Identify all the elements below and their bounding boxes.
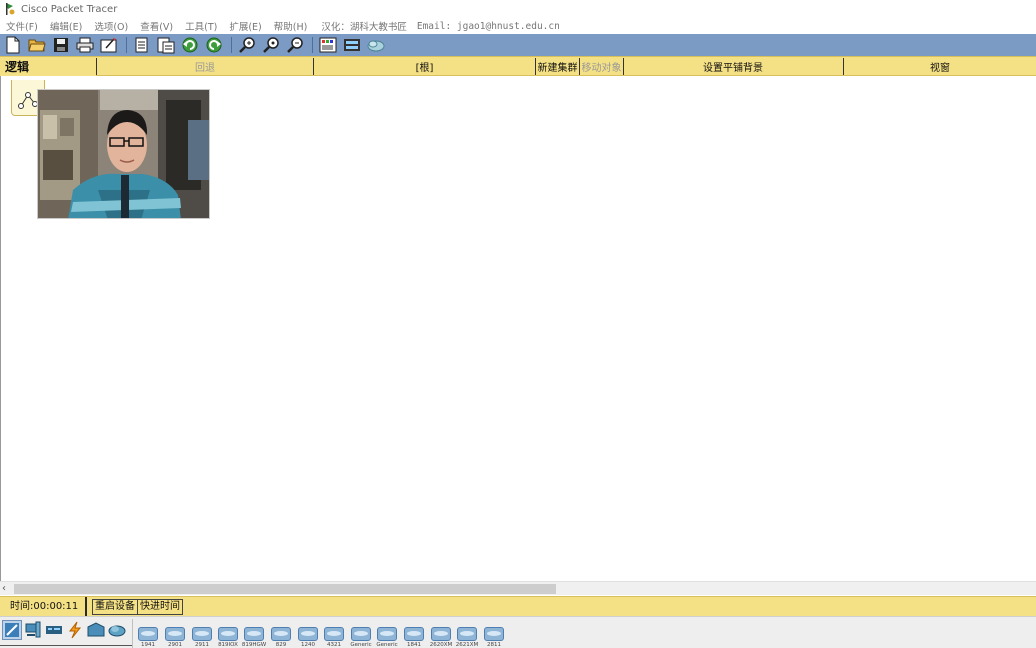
router-icon (298, 627, 318, 641)
router-icon (138, 627, 158, 641)
logical-tab[interactable]: 逻辑 (0, 57, 96, 77)
zoom-reset-icon[interactable] (260, 35, 282, 55)
paste-icon[interactable] (155, 35, 177, 55)
scroll-left-icon[interactable]: ‹ (2, 583, 12, 595)
category-underline (0, 645, 132, 646)
redo-icon[interactable] (203, 35, 225, 55)
activity-wizard-icon[interactable] (98, 35, 120, 55)
router-icon (351, 627, 371, 641)
toolbar-separator (231, 37, 232, 53)
menu-help[interactable]: 帮助(H) (274, 19, 308, 33)
zoom-out-icon[interactable] (284, 35, 306, 55)
localization-credit: 汉化：湖科大教书匠 (321, 22, 407, 33)
router-icon (244, 627, 264, 641)
undo-icon[interactable] (179, 35, 201, 55)
router-icon (431, 627, 451, 641)
device-panel: 1941 2901 2911 819IOX 819HGW 829 1240 43… (0, 616, 1036, 648)
print-icon[interactable] (74, 35, 96, 55)
localization-email: Email: jgao1@hnust.edu.cn (416, 20, 560, 32)
end-devices-icon[interactable] (23, 620, 43, 640)
device-829[interactable]: 829 (269, 625, 293, 648)
device-generic[interactable]: Generic (349, 625, 373, 648)
router-icon (324, 627, 344, 641)
fast-forward-time-button[interactable]: 快进时间 (137, 599, 183, 615)
device-label: 2811 (487, 642, 501, 648)
back-button[interactable]: 回退 (96, 58, 313, 75)
multiuser-icon[interactable] (107, 620, 127, 640)
device-1841[interactable]: 1841 (402, 625, 426, 648)
copy-icon[interactable] (131, 35, 153, 55)
router-icon (271, 627, 291, 641)
packet-tracer-logo-icon (3, 2, 17, 16)
device-2621xm[interactable]: 2621XM (455, 625, 479, 648)
router-icon (218, 627, 238, 641)
root-button[interactable]: [根] (313, 58, 535, 75)
toolbar-separator (312, 37, 313, 53)
save-icon[interactable] (50, 35, 72, 55)
new-file-icon[interactable] (2, 35, 24, 55)
topology-icon (17, 90, 39, 113)
connections-icon[interactable] (65, 620, 85, 640)
cluster-icon[interactable] (365, 35, 387, 55)
device-generic[interactable]: Generic (375, 625, 399, 648)
router-icon (192, 627, 212, 641)
status-divider (85, 597, 87, 617)
zoom-in-icon[interactable] (236, 35, 258, 55)
miscellaneous-icon[interactable] (86, 620, 106, 640)
device-4321[interactable]: 4321 (322, 625, 346, 648)
custom-device-icon[interactable] (341, 35, 363, 55)
router-icon (377, 627, 397, 641)
menu-edit[interactable]: 编辑(E) (50, 19, 82, 33)
device-2901[interactable]: 2901 (163, 625, 187, 648)
new-cluster-button[interactable]: 新建集群 (535, 58, 579, 75)
device-2911[interactable]: 2911 (190, 625, 214, 648)
webcam-overlay-image (37, 89, 210, 219)
logical-workspace-bar: 逻辑 回退 [根] 新建集群 移动对象 设置平铺背景 视窗 (0, 56, 1036, 77)
menu-file[interactable]: 文件(F) (6, 19, 38, 33)
power-cycle-button[interactable]: 重启设备 (92, 599, 138, 615)
move-object-button[interactable]: 移动对象 (579, 58, 623, 75)
device-819hgw[interactable]: 819HGW (242, 625, 266, 648)
set-tiled-background-button[interactable]: 设置平铺背景 (623, 58, 842, 75)
toolbar-separator (126, 37, 127, 53)
scrollbar-thumb[interactable] (14, 584, 556, 594)
device-819iox[interactable]: 819IOX (216, 625, 240, 648)
main-toolbar (0, 34, 1036, 56)
window-title: Cisco Packet Tracer (21, 3, 118, 15)
viewport-button[interactable]: 视窗 (843, 58, 1036, 75)
device-2620xm[interactable]: 2620XM (429, 625, 453, 648)
network-devices-icon[interactable] (2, 620, 22, 640)
menu-extensions[interactable]: 扩展(E) (229, 19, 261, 33)
palette-icon[interactable] (317, 35, 339, 55)
device-1941[interactable]: 1941 (136, 625, 160, 648)
open-folder-icon[interactable] (26, 35, 48, 55)
router-icon (484, 627, 504, 641)
simulation-time: 时间:00:00:11 (10, 601, 79, 612)
time-status-bar: 时间:00:00:11 重启设备 快进时间 (0, 596, 1036, 617)
title-bar: Cisco Packet Tracer (0, 0, 1036, 18)
router-icon (404, 627, 424, 641)
device-1240[interactable]: 1240 (296, 625, 320, 648)
router-icon (165, 627, 185, 641)
components-icon[interactable] (44, 620, 64, 640)
router-icon (457, 627, 477, 641)
horizontal-scrollbar[interactable]: ‹ (0, 581, 1036, 595)
menu-options[interactable]: 选项(O) (94, 19, 128, 33)
menu-bar: 文件(F) 编辑(E) 选项(O) 查看(V) 工具(T) 扩展(E) 帮助(H… (0, 18, 1036, 34)
device-2811[interactable]: 2811 (482, 625, 506, 648)
menu-tools[interactable]: 工具(T) (185, 19, 217, 33)
menu-view[interactable]: 查看(V) (140, 19, 173, 33)
